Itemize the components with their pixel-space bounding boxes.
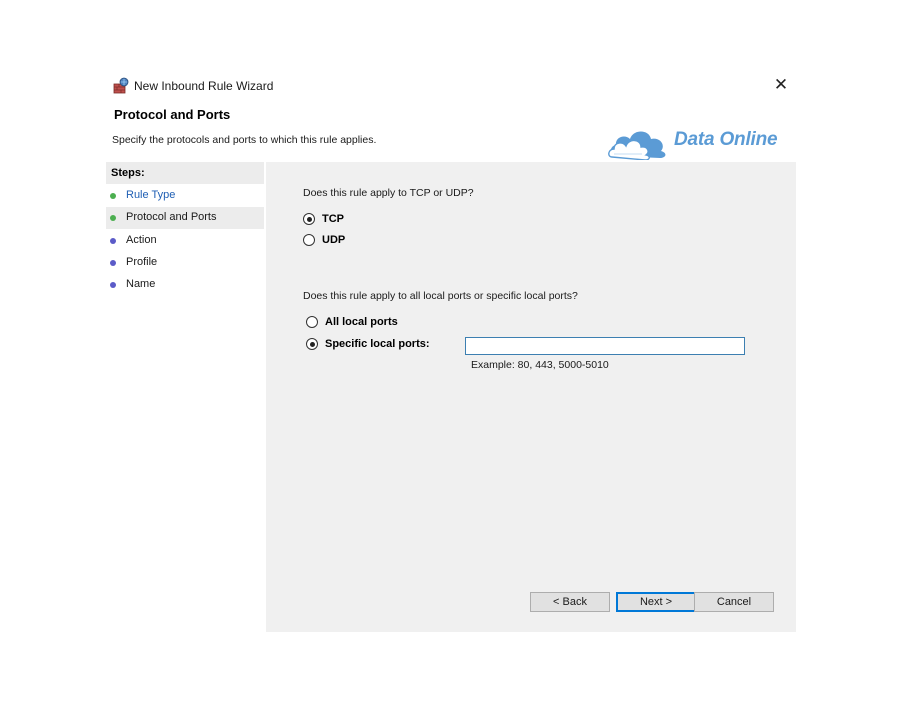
radio-selected-icon — [303, 213, 315, 225]
next-button[interactable]: Next > — [616, 592, 696, 612]
firewall-wizard-icon — [112, 77, 130, 95]
steps-panel: Steps: Rule Type Protocol and Ports Acti… — [106, 162, 264, 632]
step-label: Profile — [126, 256, 158, 268]
step-label: Rule Type — [126, 189, 176, 201]
radio-label: Specific local ports: — [325, 338, 430, 350]
step-profile: Profile — [106, 252, 264, 274]
page-title: Protocol and Ports — [114, 107, 231, 122]
step-label: Action — [126, 234, 157, 246]
step-current-dot-icon — [110, 215, 116, 221]
protocol-question: Does this rule apply to TCP or UDP? — [303, 187, 474, 199]
radio-label: TCP — [322, 213, 344, 225]
step-name: Name — [106, 274, 264, 296]
content-panel: Does this rule apply to TCP or UDP? TCP … — [266, 162, 796, 632]
radio-label: All local ports — [325, 316, 398, 328]
back-button[interactable]: < Back — [530, 592, 610, 612]
watermark-text: Data Online — [674, 129, 778, 150]
step-rule-type[interactable]: Rule Type — [106, 185, 264, 207]
steps-title: Steps: — [111, 167, 145, 179]
radio-label: UDP — [322, 234, 346, 246]
data-online-watermark: Data Online — [608, 120, 788, 161]
steps-header: Steps: — [106, 162, 264, 184]
ports-example-hint: Example: 80, 443, 5000-5010 — [471, 359, 609, 371]
radio-selected-icon — [306, 338, 318, 350]
radio-tcp[interactable]: TCP — [303, 213, 344, 225]
step-pending-dot-icon — [110, 260, 116, 266]
radio-unselected-icon — [306, 316, 318, 328]
window-title: New Inbound Rule Wizard — [134, 79, 274, 93]
step-action: Action — [106, 230, 264, 252]
ports-question: Does this rule apply to all local ports … — [303, 290, 578, 302]
close-button[interactable]: ✕ — [770, 74, 792, 96]
radio-unselected-icon — [303, 234, 315, 246]
step-completed-dot-icon — [110, 193, 116, 199]
radio-udp[interactable]: UDP — [303, 234, 345, 246]
cloud-logo-icon — [608, 120, 672, 161]
radio-all-local-ports[interactable]: All local ports — [306, 316, 398, 328]
step-label: Protocol and Ports — [126, 211, 217, 223]
step-label: Name — [126, 278, 156, 290]
wizard-window: New Inbound Rule Wizard ✕ Protocol and P… — [106, 70, 796, 632]
specific-ports-input[interactable] — [465, 337, 745, 355]
step-pending-dot-icon — [110, 282, 116, 288]
cancel-button[interactable]: Cancel — [694, 592, 774, 612]
step-protocol-and-ports: Protocol and Ports — [106, 207, 264, 229]
radio-specific-local-ports[interactable]: Specific local ports: — [306, 338, 430, 350]
title-bar: New Inbound Rule Wizard ✕ — [106, 70, 796, 102]
step-pending-dot-icon — [110, 238, 116, 244]
page-description: Specify the protocols and ports to which… — [112, 134, 377, 146]
